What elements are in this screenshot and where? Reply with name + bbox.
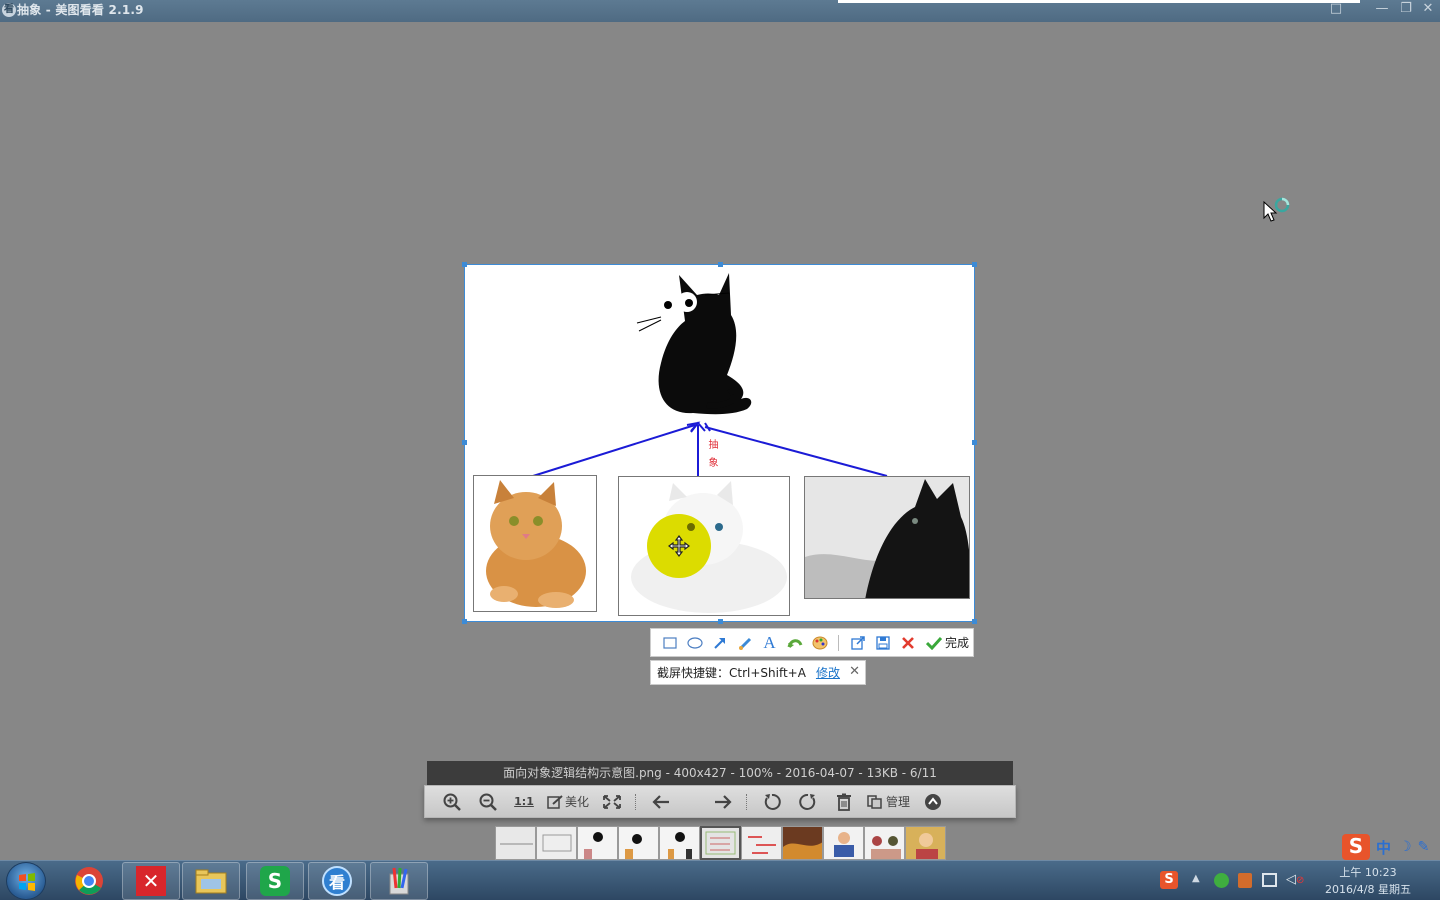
white-cat-photo [618,476,790,616]
fullscreen-icon[interactable]: □ [1326,1,1346,17]
save-icon[interactable] [870,632,895,654]
zoom-in-icon[interactable] [439,789,465,815]
window-title: 抽象 - 美图看看 2.1.9 [17,3,144,17]
file-explorer-taskbar-icon[interactable] [182,862,240,900]
security-tray-icon[interactable] [1214,873,1229,888]
palette-icon[interactable] [807,632,832,654]
sogou-ime-icon: S [1342,834,1370,860]
done-button[interactable]: 完成 [926,634,969,651]
thumbnail[interactable] [741,826,782,860]
start-button[interactable] [6,862,46,900]
thumbnail[interactable] [864,826,905,860]
resize-handle[interactable] [718,262,723,267]
thumbnail-strip [495,826,946,860]
toolbar-divider [635,793,637,810]
delete-icon[interactable] [831,789,857,815]
moon-icon: ☽ [1399,839,1412,855]
abstract-label: 抽象 [706,439,717,475]
close-tip-icon[interactable]: ✕ [849,664,860,679]
taskbar-clock[interactable]: 上午 10:23 2016/4/8 星期五 [1318,864,1418,898]
brush-icon[interactable] [732,632,757,654]
manage-label: 管理 [886,795,911,809]
thumbnail[interactable] [782,826,823,860]
close-button[interactable]: ✕ [1418,1,1438,17]
edit-icon [547,794,563,809]
undo-icon[interactable] [782,632,807,654]
ime-mode-label: 中 [1376,838,1392,857]
resize-handle[interactable] [462,440,467,445]
manage-button[interactable]: 管理 [867,789,910,815]
screenshot-toolbar: A 完成 [650,628,974,657]
folder-icon [867,794,882,809]
show-hidden-icons-icon[interactable]: ▲ [1192,873,1200,884]
resize-handle[interactable] [972,262,977,267]
shortcut-tip: 截屏快捷键：Ctrl+Shift+A 修改 ✕ [650,660,866,685]
beautify-label: 美化 [565,795,590,809]
shortcut-text: 截屏快捷键：Ctrl+Shift+A [657,666,806,680]
beautify-button[interactable]: 美化 [547,789,589,815]
ime-toolbar[interactable]: S 中 ☽ ✎ [1342,834,1440,860]
share-icon[interactable] [845,632,870,654]
clock-time: 上午 10:23 [1339,866,1397,879]
thumbnail[interactable] [659,826,700,860]
previous-arrow-icon[interactable] [648,789,674,815]
restore-button[interactable]: ❐ [1396,1,1416,17]
network-tray-icon[interactable] [1262,873,1277,887]
rotate-right-icon[interactable] [795,789,821,815]
thumbnail[interactable] [536,826,577,860]
fullscreen-toggle-icon[interactable] [599,789,625,815]
thumbnail[interactable] [495,826,536,860]
busy-cursor-icon [1263,197,1290,222]
thumbnail[interactable] [618,826,659,860]
next-arrow-icon[interactable] [710,789,736,815]
arrow-icon[interactable] [707,632,732,654]
resize-handle[interactable] [718,619,723,624]
resize-handle[interactable] [462,262,467,267]
app-icon: 看 [2,3,16,17]
black-cat-illustration [636,273,752,415]
thumbnail[interactable] [905,826,946,860]
chrome-taskbar-icon[interactable] [60,862,118,900]
thumbnail[interactable] [823,826,864,860]
thumbnail[interactable] [577,826,618,860]
resize-handle[interactable] [972,619,977,624]
collapse-up-icon[interactable] [920,789,946,815]
sogou-tray-icon[interactable]: S [1160,871,1178,889]
rotate-left-icon[interactable] [759,789,785,815]
text-icon[interactable]: A [757,632,782,654]
clock-date: 2016/4/8 星期五 [1325,883,1411,896]
wrench-icon: ✎ [1417,839,1430,855]
checkmark-icon [926,636,942,650]
volume-muted-icon[interactable]: ◁⊘ [1286,872,1304,887]
spreadsheet-taskbar-icon[interactable]: S [246,862,304,900]
cancel-icon[interactable] [895,632,920,654]
toolbar-divider [746,793,748,810]
done-label: 完成 [945,636,970,650]
ellipse-icon[interactable] [682,632,707,654]
minimize-button[interactable]: — [1372,1,1392,17]
black-cat-photo [804,476,970,599]
modify-link[interactable]: 修改 [816,664,840,681]
title-bar-highlight [838,0,1360,3]
taskbar: ✕ S 看 S ▲ ◁⊘ 上午 10:23 2016/4/8 星期五 [0,860,1440,900]
rectangle-icon[interactable] [657,632,682,654]
image-viewer-taskbar-icon[interactable]: 看 [308,862,366,900]
zoom-out-icon[interactable] [475,789,501,815]
file-info-bar: 面向对象逻辑结构示意图.png - 400x427 - 100% - 2016-… [427,761,1013,785]
resize-handle[interactable] [462,619,467,624]
resize-handle[interactable] [972,440,977,445]
image-canvas[interactable]: 抽象 [462,262,977,624]
actual-size-button[interactable]: 1:1 [511,789,537,815]
thumbnail-selected[interactable] [700,826,741,860]
toolbar-divider [838,634,839,651]
viewer-toolbar: 1:1 美化 管理 [424,785,1016,818]
app-tray-icon[interactable] [1238,873,1252,888]
title-bar: 看 抽象 - 美图看看 2.1.9 □ — ❐ ✕ [0,0,1440,22]
paint-taskbar-icon[interactable] [370,862,428,900]
orange-cat-photo [473,475,597,612]
xmind-taskbar-icon[interactable]: ✕ [122,862,180,900]
